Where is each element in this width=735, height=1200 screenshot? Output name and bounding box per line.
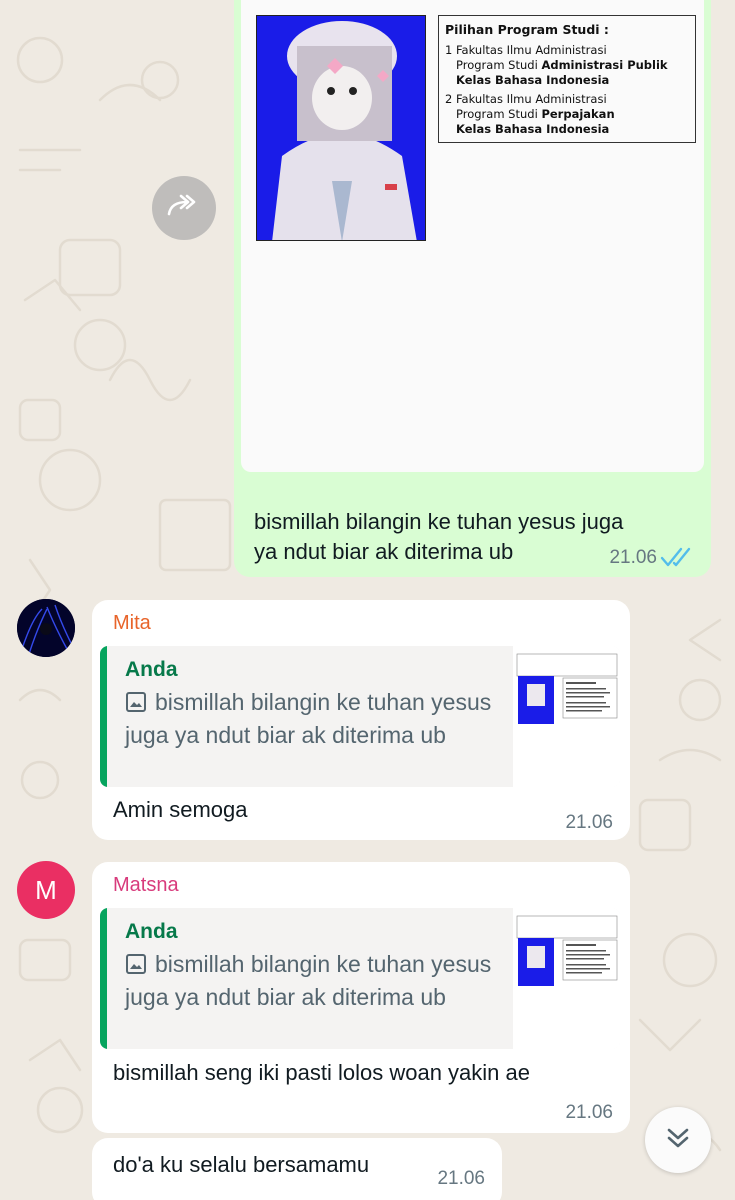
- sender-name[interactable]: Matsna: [113, 874, 179, 897]
- quoted-message[interactable]: Anda bismillah bilangin ke tuhan yesus j…: [100, 646, 620, 787]
- image-icon: [125, 690, 147, 720]
- avatar[interactable]: M: [17, 861, 75, 919]
- forward-button[interactable]: [152, 176, 216, 240]
- message-text: bismillah seng iki pasti lolos woan yaki…: [113, 1060, 530, 1085]
- quote-author: Anda: [125, 920, 178, 943]
- double-check-icon: [660, 546, 694, 573]
- quote-thumbnail: [513, 908, 620, 1049]
- message-time: 21.06: [437, 1168, 485, 1189]
- incoming-message-bubble[interactable]: Matsna Anda bismillah bilangin ke tuhan …: [92, 862, 630, 1133]
- quoted-message[interactable]: Anda bismillah bilangin ke tuhan yesus j…: [100, 908, 620, 1049]
- quote-author: Anda: [125, 658, 178, 681]
- message-text: do'a ku selalu bersamamu: [113, 1152, 370, 1177]
- incoming-message-bubble[interactable]: do'a ku selalu bersamamu 21.06: [92, 1138, 502, 1200]
- chevron-double-down-icon: [664, 1124, 692, 1157]
- quote-text: bismillah bilangin ke tuhan yesus juga y…: [125, 689, 492, 748]
- quote-bar: [100, 908, 107, 1049]
- avatar[interactable]: [17, 599, 75, 657]
- outgoing-message-bubble[interactable]: Pilihan Program Studi : 1 Fakultas Ilmu A…: [234, 0, 711, 577]
- scroll-to-bottom-button[interactable]: [645, 1107, 711, 1173]
- sender-name[interactable]: Mita: [113, 612, 151, 635]
- message-time: 21.06: [609, 547, 657, 568]
- quote-thumbnail: [513, 646, 620, 787]
- message-time: 21.06: [565, 812, 613, 833]
- applicant-photo: [256, 15, 426, 241]
- incoming-message-bubble[interactable]: Mita Anda bismillah bilangin ke tuhan ye…: [92, 600, 630, 840]
- quote-bar: [100, 646, 107, 787]
- quote-text: bismillah bilangin ke tuhan yesus juga y…: [125, 951, 492, 1010]
- document-preview-image[interactable]: Pilihan Program Studi : 1 Fakultas Ilmu A…: [241, 0, 704, 472]
- forward-icon: [166, 194, 202, 223]
- message-text: Amin semoga: [113, 797, 248, 822]
- program-choice-box: Pilihan Program Studi : 1 Fakultas Ilmu A…: [438, 15, 696, 143]
- avatar-letter: M: [35, 874, 57, 905]
- message-time: 21.06: [565, 1102, 613, 1123]
- program-choice-title: Pilihan Program Studi :: [445, 22, 609, 37]
- image-icon: [125, 952, 147, 982]
